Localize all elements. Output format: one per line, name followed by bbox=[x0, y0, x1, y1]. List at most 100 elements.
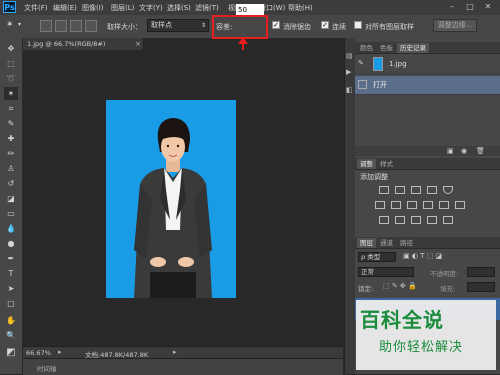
gradient-map-icon[interactable] bbox=[427, 216, 437, 224]
channel-mixer-icon[interactable] bbox=[439, 201, 449, 209]
contiguous-label: 连续 bbox=[332, 23, 346, 31]
color-balance-icon[interactable] bbox=[391, 201, 401, 209]
zoom-level[interactable]: 66.67% bbox=[26, 349, 51, 357]
magic-wand-icon[interactable]: ✶ bbox=[6, 20, 14, 30]
fill-label: 填充: bbox=[440, 285, 456, 293]
path-selection-icon[interactable]: ➤ bbox=[4, 282, 18, 295]
tool-preset-chevron-icon[interactable]: ▾ bbox=[18, 21, 21, 28]
eraser-tool-icon[interactable]: ◪ bbox=[4, 192, 18, 205]
menu-type[interactable]: 文字(Y) bbox=[139, 3, 163, 13]
tab-swatches[interactable]: 色板 bbox=[377, 43, 396, 53]
add-to-selection-icon[interactable] bbox=[55, 20, 67, 32]
lock-icons[interactable]: ⬚ ✎ ✥ 🔒 bbox=[383, 282, 417, 290]
step-state-icon bbox=[358, 80, 367, 89]
vibrance-icon[interactable] bbox=[443, 186, 453, 194]
history-snapshot-row[interactable]: ✎ 1.jpg bbox=[355, 55, 500, 74]
magic-wand-tool-icon[interactable]: ✶ bbox=[4, 87, 18, 100]
move-tool-icon[interactable]: ✥ bbox=[4, 42, 18, 55]
menu-edit[interactable]: 编辑(E) bbox=[53, 3, 77, 13]
zoom-tool-icon[interactable]: 🔍 bbox=[4, 329, 18, 342]
layer-filter-select[interactable]: ρ 类型 bbox=[358, 252, 396, 262]
healing-brush-icon[interactable]: ✚ bbox=[4, 132, 18, 145]
properties-dock-icon[interactable]: ◧ bbox=[346, 86, 353, 94]
tab-paths[interactable]: 路径 bbox=[397, 238, 416, 248]
trash-icon[interactable]: 🗑 bbox=[476, 147, 485, 155]
hue-saturation-icon[interactable] bbox=[375, 201, 385, 209]
brush-tool-icon[interactable]: ✏ bbox=[4, 147, 18, 160]
document-tab[interactable]: 1.jpg @ 66.7%(RGB/8#) bbox=[23, 38, 144, 50]
history-footer: ▣ ◉ 🗑 bbox=[355, 146, 500, 156]
black-white-icon[interactable] bbox=[407, 201, 417, 209]
subtract-selection-icon[interactable] bbox=[70, 20, 82, 32]
refine-edge-button[interactable]: 调整边缘... bbox=[433, 19, 477, 32]
camera-snapshot-icon[interactable]: ◉ bbox=[461, 147, 467, 155]
tab-history[interactable]: 历史记录 bbox=[397, 43, 429, 53]
history-brush-source-icon[interactable]: ✎ bbox=[358, 59, 364, 67]
menu-filter[interactable]: 滤镜(T) bbox=[195, 3, 219, 13]
tab-adjustments[interactable]: 调整 bbox=[357, 159, 376, 169]
photo-filter-icon[interactable] bbox=[423, 201, 433, 209]
rectangle-tool-icon[interactable]: ▢ bbox=[4, 297, 18, 310]
sample-size-select[interactable]: 取样点 ⇕ bbox=[147, 19, 209, 32]
watermark-logo: 百科全说 助你轻松解决 bbox=[356, 300, 496, 370]
levels-icon[interactable] bbox=[395, 186, 405, 194]
history-brush-icon[interactable]: ↺ bbox=[4, 177, 18, 190]
maximize-button[interactable]: □ bbox=[464, 2, 476, 12]
history-step-row[interactable]: 打开 bbox=[355, 76, 500, 95]
tab-styles[interactable]: 样式 bbox=[377, 159, 396, 169]
new-selection-icon[interactable] bbox=[40, 20, 52, 32]
timeline-bar[interactable]: 时间轴 bbox=[23, 358, 343, 375]
tab-color[interactable]: 颜色 bbox=[357, 43, 376, 53]
fill-input[interactable] bbox=[467, 282, 495, 292]
color-lookup-icon[interactable] bbox=[455, 201, 465, 209]
layer-filter-icons[interactable]: ▣ ◐ T ⬚ ◪ bbox=[403, 252, 442, 260]
watermark-subtitle: 助你轻松解决 bbox=[379, 340, 464, 355]
tolerance-highlight-box bbox=[212, 15, 268, 39]
curves-icon[interactable] bbox=[411, 186, 421, 194]
menu-file[interactable]: 文件(F) bbox=[24, 3, 48, 13]
photoshop-logo: Ps bbox=[3, 1, 16, 13]
adjustments-panel-tabs: 调整 样式 bbox=[355, 158, 500, 170]
threshold-icon[interactable] bbox=[411, 216, 421, 224]
blend-mode-select[interactable]: 正常 bbox=[358, 267, 414, 277]
intersect-selection-icon[interactable] bbox=[85, 20, 97, 32]
menu-help[interactable]: 帮助(H) bbox=[288, 3, 313, 13]
menu-select[interactable]: 选择(S) bbox=[167, 3, 191, 13]
exposure-icon[interactable] bbox=[427, 186, 437, 194]
blur-tool-icon[interactable]: 💧 bbox=[4, 222, 18, 235]
status-menu-icon[interactable]: ▸ bbox=[58, 348, 62, 356]
brightness-icon[interactable] bbox=[379, 186, 389, 194]
anti-alias-checkbox[interactable]: ✓ bbox=[272, 21, 280, 29]
lasso-tool-icon[interactable]: ➰ bbox=[4, 72, 18, 85]
type-tool-icon[interactable]: T bbox=[4, 267, 18, 280]
invert-icon[interactable] bbox=[379, 216, 389, 224]
marquee-tool-icon[interactable]: ⬚ bbox=[4, 57, 18, 70]
color-swatches-icon[interactable]: ◩ bbox=[4, 346, 18, 359]
crop-tool-icon[interactable]: ⌗ bbox=[4, 102, 18, 115]
selective-color-icon[interactable] bbox=[443, 216, 453, 224]
minimize-button[interactable]: – bbox=[446, 2, 458, 12]
tab-layers[interactable]: 图层 bbox=[357, 238, 376, 248]
actions-dock-icon[interactable]: ▶ bbox=[346, 68, 351, 76]
pen-tool-icon[interactable]: ✒ bbox=[4, 252, 18, 265]
eyedropper-tool-icon[interactable]: ✎ bbox=[4, 117, 18, 130]
snapshot-label: 1.jpg bbox=[389, 60, 407, 68]
new-document-from-state-icon[interactable]: ▣ bbox=[447, 147, 454, 155]
tab-channels[interactable]: 通道 bbox=[377, 238, 396, 248]
close-window-button[interactable]: ✕ bbox=[482, 2, 494, 12]
hand-tool-icon[interactable]: ✋ bbox=[4, 314, 18, 327]
posterize-icon[interactable] bbox=[395, 216, 405, 224]
status-arrow-icon[interactable]: ▸ bbox=[173, 348, 177, 356]
contiguous-checkbox[interactable]: ✓ bbox=[321, 21, 329, 29]
menu-layer[interactable]: 图层(L) bbox=[111, 3, 134, 13]
blend-mode-row: 正常 不透明度: bbox=[355, 266, 500, 279]
document-close-icon[interactable]: × bbox=[135, 40, 141, 48]
history-step-label: 打开 bbox=[373, 81, 387, 89]
menu-image[interactable]: 图像(I) bbox=[82, 3, 104, 13]
dodge-tool-icon[interactable]: ● bbox=[4, 237, 18, 250]
gradient-tool-icon[interactable]: ▭ bbox=[4, 207, 18, 220]
opacity-input[interactable] bbox=[467, 267, 495, 277]
sample-all-layers-checkbox[interactable] bbox=[354, 21, 362, 29]
history-dock-icon[interactable]: ▤ bbox=[346, 52, 353, 60]
clone-stamp-icon[interactable]: ♙ bbox=[4, 162, 18, 175]
